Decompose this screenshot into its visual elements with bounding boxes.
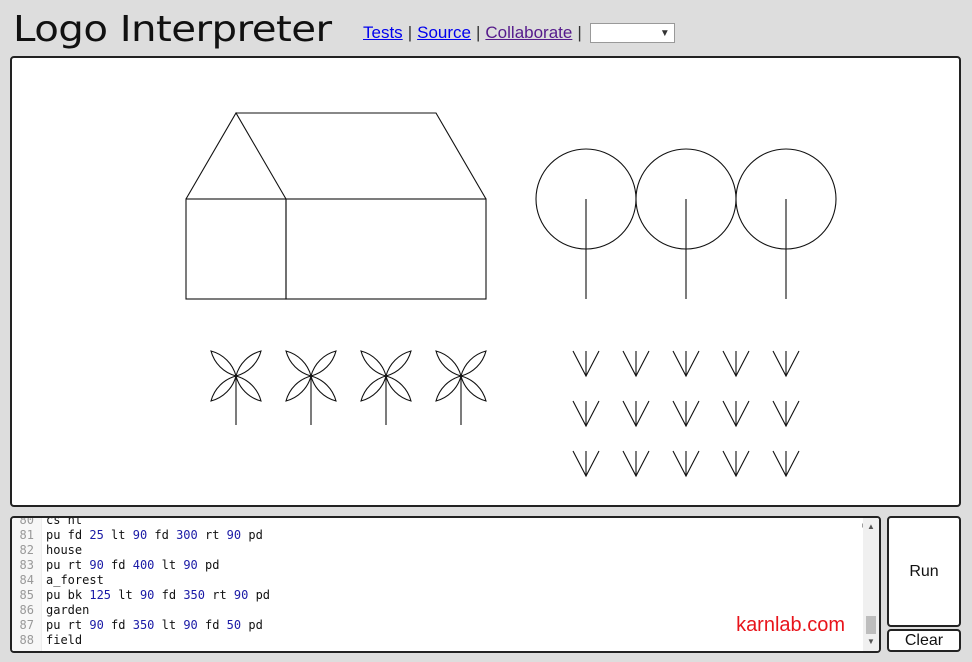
line-number: 82 [19, 543, 34, 557]
line-number: 80 [19, 516, 34, 527]
code-text: pu bk 125 lt 90 fd 350 rt 90 pd [46, 588, 271, 602]
line-number: 85 [19, 588, 34, 602]
code-line[interactable]: 82 house [12, 543, 861, 558]
code-text: pu fd 25 lt 90 fd 300 rt 90 pd [46, 528, 263, 542]
field-drawing [572, 350, 800, 478]
arrow-plant [772, 400, 800, 428]
editor-scrollbar[interactable]: ▲ ▼ [863, 518, 879, 651]
code-lines[interactable]: 80 cs ht 81 pu fd 25 lt 90 fd 300 rt 90 pd 8… [12, 516, 861, 648]
arrow-plant [672, 350, 700, 378]
arrow-plant [572, 400, 600, 428]
flower [360, 350, 412, 425]
line-number: 86 [19, 603, 34, 617]
code-text: a_forest [46, 573, 104, 587]
code-text: field [46, 633, 83, 647]
arrow-plant [722, 350, 750, 378]
line-number: 87 [19, 618, 34, 632]
code-line[interactable]: 81 pu fd 25 lt 90 fd 300 rt 90 pd [12, 528, 861, 543]
arrow-plant [572, 450, 600, 478]
nav-separator: | [407, 23, 413, 42]
collaborate-link[interactable]: Collaborate [485, 23, 572, 43]
house-drawing [185, 111, 487, 300]
code-line[interactable]: 80 cs ht [12, 516, 861, 528]
turtle-drawing [185, 111, 837, 478]
chevron-down-icon: ▼ [659, 27, 670, 39]
code-text: garden [46, 603, 90, 617]
code-text: cs ht [46, 516, 83, 527]
code-text: house [46, 543, 83, 557]
watermark: karnlab.com [736, 614, 845, 636]
arrow-plant [622, 450, 650, 478]
arrow-plant [672, 400, 700, 428]
scroll-up-icon[interactable]: ▲ [863, 520, 879, 534]
page-title: Logo Interpreter [13, 8, 332, 50]
example-select[interactable]: ▼ [589, 23, 675, 43]
arrow-plant [722, 450, 750, 478]
line-number: 83 [19, 558, 34, 572]
arrow-plant [772, 450, 800, 478]
garden-drawing [210, 350, 487, 425]
code-line[interactable]: 83 pu rt 90 fd 400 lt 90 pd [12, 558, 861, 573]
line-number: 81 [19, 528, 34, 542]
code-line[interactable]: 85 pu bk 125 lt 90 fd 350 rt 90 pd [12, 588, 861, 603]
scroll-down-icon[interactable]: ▼ [863, 635, 879, 649]
arrow-plant [722, 400, 750, 428]
forest-drawing [535, 148, 837, 299]
header: Logo Interpreter Tests | Source | Collab… [13, 6, 675, 52]
nav-links: Tests | Source | Collaborate | ▼ [363, 15, 675, 43]
code-text: pu rt 90 fd 350 lt 90 fd 50 pd [46, 618, 263, 632]
arrow-plant [772, 350, 800, 378]
line-number: 88 [19, 633, 34, 647]
run-button[interactable]: Run [887, 516, 961, 627]
nav-separator: | [475, 23, 481, 42]
arrow-plant [622, 350, 650, 378]
line-number: 84 [19, 573, 34, 587]
code-line[interactable]: 86 garden [12, 603, 861, 618]
code-editor[interactable]: 80 cs ht 81 pu fd 25 lt 90 fd 300 rt 90 pd 8… [10, 516, 881, 653]
nav-separator: | [577, 23, 582, 42]
code-line[interactable]: 84 a_forest [12, 573, 861, 588]
turtle-canvas[interactable] [10, 56, 961, 507]
code-line[interactable]: 87 pu rt 90 fd 350 lt 90 fd 50 pd [12, 618, 861, 633]
flower [435, 350, 487, 425]
code-text: pu rt 90 fd 400 lt 90 pd [46, 558, 220, 572]
scrollbar-thumb[interactable] [866, 616, 876, 634]
source-link[interactable]: Source [417, 23, 471, 43]
flower [210, 350, 262, 425]
code-line[interactable]: 88 field [12, 633, 861, 648]
clear-button[interactable]: Clear [887, 629, 961, 652]
arrow-plant [572, 350, 600, 378]
flower [285, 350, 337, 425]
arrow-plant [622, 400, 650, 428]
arrow-plant [672, 450, 700, 478]
